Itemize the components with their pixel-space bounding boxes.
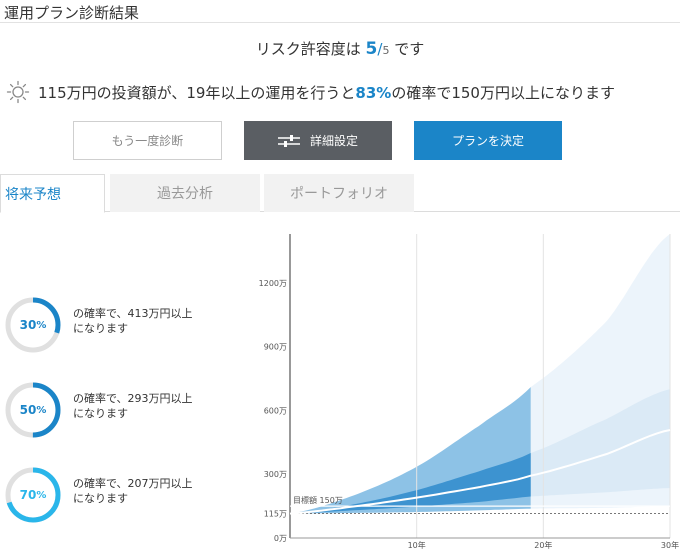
page-title: 運用プラン診断結果 — [4, 4, 140, 22]
probability-line2: になります — [73, 492, 128, 505]
x-tick-label: 20年 — [534, 540, 552, 550]
probability-label-30: 30% — [5, 297, 61, 353]
probability-value: 50 — [19, 403, 37, 417]
risk-level: 5 — [365, 39, 378, 59]
forecast-chart: 目標額 150万 0万 115万 300万 600万 900万 1200万 10年 20年 30年 — [259, 234, 679, 550]
sun-icon — [6, 80, 30, 104]
probability-line1: の確率で、293万円以上 — [73, 392, 193, 405]
retry-diagnosis-button[interactable]: もう一度診断 — [73, 121, 222, 160]
probability-row-30: 30% の確率で、413万円以上 になります — [5, 297, 255, 353]
retry-diagnosis-label: もう一度診断 — [111, 134, 184, 148]
probability-line1: の確率で、207万円以上 — [73, 477, 193, 490]
risk-tolerance-line: リスク許容度は 5/5 です — [0, 38, 680, 59]
y-tick-label: 115万 — [264, 510, 287, 519]
forecast-summary: 115万円の投資額が、19年以上の運用を行うと83%の確率で150万円以上になり… — [6, 80, 680, 104]
probability-row-70: 70% の確率で、207万円以上 になります — [5, 467, 255, 523]
x-tick-label: 30年 — [661, 540, 679, 550]
y-tick-label: 300万 — [264, 470, 287, 479]
tab-portfolio-label: ポートフォリオ — [290, 186, 388, 202]
probability-row-50: 50% の確率で、293万円以上 になります — [5, 382, 255, 438]
detail-settings-button[interactable]: 詳細設定 — [244, 121, 392, 160]
summary-part2: の確率で150万円以上になります — [391, 84, 615, 102]
probability-line1: の確率で、413万円以上 — [73, 307, 193, 320]
probability-value: 30 — [19, 318, 37, 332]
tab-future-label: 将来予想 — [5, 186, 61, 203]
risk-prefix: リスク許容度は — [255, 40, 361, 58]
probability-description: の確率で、413万円以上 になります — [73, 306, 193, 336]
probability-description: の確率で、293万円以上 になります — [73, 391, 193, 421]
summary-text: 115万円の投資額が、19年以上の運用を行うと83%の確率で150万円以上になり… — [38, 82, 615, 103]
decide-plan-button[interactable]: プランを決定 — [414, 121, 562, 160]
x-tick-label: 10年 — [408, 540, 426, 550]
y-tick-label: 0万 — [274, 534, 287, 543]
sliders-icon — [277, 134, 300, 147]
detail-settings-label: 詳細設定 — [309, 134, 358, 148]
y-tick-label: 900万 — [264, 343, 287, 352]
probability-line2: になります — [73, 322, 128, 335]
result-tabs: 将来予想 過去分析 ポートフォリオ — [0, 174, 680, 213]
y-tick-label: 1200万 — [259, 279, 287, 288]
y-tick-label: 600万 — [264, 406, 287, 415]
tab-portfolio[interactable]: ポートフォリオ — [264, 174, 414, 212]
summary-percent: 83% — [355, 84, 392, 102]
summary-part1: 115万円の投資額が、19年以上の運用を行うと — [38, 84, 356, 102]
probability-unit: % — [36, 319, 47, 331]
target-label: 目標額 150万 — [293, 495, 343, 505]
probability-label-70: 70% — [5, 467, 61, 523]
probability-value: 70 — [19, 488, 37, 502]
probability-description: の確率で、207万円以上 になります — [73, 476, 193, 506]
tab-past-label: 過去分析 — [157, 186, 213, 202]
page-header: 運用プラン診断結果 — [0, 0, 680, 23]
probability-unit: % — [36, 489, 47, 501]
probability-label-50: 50% — [5, 382, 61, 438]
risk-suffix: です — [394, 40, 425, 58]
risk-max: 5 — [382, 44, 390, 57]
probability-line2: になります — [73, 407, 128, 420]
decide-plan-label: プランを決定 — [451, 134, 524, 148]
probability-unit: % — [36, 404, 47, 416]
tab-future-forecast[interactable]: 将来予想 — [0, 174, 105, 213]
tab-past-analysis[interactable]: 過去分析 — [110, 174, 260, 212]
